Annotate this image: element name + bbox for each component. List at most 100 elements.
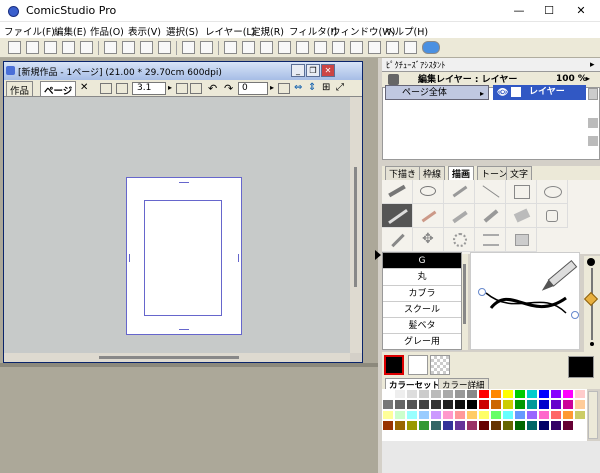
palette-swatch[interactable] — [478, 420, 490, 431]
palette-swatch[interactable] — [478, 389, 490, 400]
tab-border[interactable]: 枠線 — [419, 166, 446, 180]
palette-swatch[interactable] — [406, 399, 418, 410]
black-color-swatch[interactable] — [384, 355, 404, 375]
panel-menu-icon[interactable]: ▸ — [590, 60, 595, 70]
palette-swatch[interactable] — [526, 399, 538, 410]
palette-swatch[interactable] — [514, 389, 526, 400]
expand-icon[interactable]: ⤢ — [336, 82, 344, 93]
document-minimize-button[interactable]: _ — [291, 64, 305, 77]
palette-swatch[interactable] — [526, 389, 538, 400]
palette-swatch[interactable] — [466, 420, 478, 431]
palette-swatch[interactable] — [514, 409, 526, 421]
tool-airbrush-icon[interactable] — [475, 204, 506, 228]
palette-swatch[interactable] — [430, 409, 442, 421]
palette-swatch[interactable] — [394, 389, 406, 400]
tool-ellipse-icon[interactable] — [537, 180, 568, 204]
tool-fill-icon[interactable] — [506, 228, 537, 252]
redo-icon[interactable] — [200, 41, 213, 54]
manga-page[interactable] — [126, 177, 242, 335]
palette-swatch[interactable] — [502, 420, 514, 431]
palette-swatch[interactable] — [394, 420, 406, 431]
delete-icon[interactable] — [158, 41, 171, 54]
palette-swatch[interactable] — [454, 420, 466, 431]
page-all-arrow-icon[interactable]: ▸ — [480, 86, 484, 101]
palette-swatch[interactable] — [418, 420, 430, 431]
pen-g[interactable]: G — [383, 253, 461, 270]
tool-rectangle-icon[interactable] — [506, 180, 537, 204]
palette-swatch[interactable] — [514, 420, 526, 431]
current-color-swatch[interactable] — [568, 356, 594, 378]
rotation-input[interactable]: 0 — [238, 82, 268, 95]
layer-item[interactable]: 👁 レイヤー — [493, 85, 586, 100]
tab-sketch[interactable]: 下描き — [385, 166, 421, 180]
color-grid-icon[interactable] — [332, 41, 345, 54]
right-panel-toggle-icon[interactable] — [375, 250, 381, 260]
layer-scroll-up-icon[interactable] — [588, 88, 598, 100]
tab-close-icon[interactable]: ✕ — [80, 82, 88, 93]
palette-swatch[interactable] — [466, 409, 478, 421]
palette-swatch[interactable] — [574, 389, 586, 400]
new-icon[interactable] — [8, 41, 21, 54]
tool-pencil-icon[interactable] — [413, 204, 444, 228]
tab-text[interactable]: 文字 — [506, 166, 533, 180]
tool-pen-icon[interactable] — [382, 180, 413, 204]
menu-help[interactable]: ヘルプ(H) — [385, 24, 428, 38]
palette-swatch[interactable] — [490, 409, 502, 421]
flip-vertical-icon[interactable]: ⇕ — [308, 82, 316, 93]
menu-work[interactable]: 作品(O) — [90, 24, 124, 38]
palette-swatch[interactable] — [442, 399, 454, 410]
tool-liquid-icon[interactable] — [537, 204, 568, 228]
vertical-scrollbar[interactable] — [350, 97, 362, 353]
palette-swatch[interactable] — [490, 420, 502, 431]
menu-filter[interactable]: フィルタ(I) — [289, 24, 337, 38]
palette-swatch[interactable] — [490, 389, 502, 400]
palette-swatch[interactable] — [430, 420, 442, 431]
palette-swatch[interactable] — [502, 399, 514, 410]
cut-icon[interactable] — [104, 41, 117, 54]
page-fit-icon[interactable] — [176, 83, 188, 94]
palette-swatch[interactable] — [406, 389, 418, 400]
palette-swatch[interactable] — [406, 409, 418, 421]
palette-swatch[interactable] — [538, 389, 550, 400]
palette-swatch[interactable] — [478, 409, 490, 421]
layer-delete-icon[interactable] — [588, 136, 598, 146]
palette-swatch[interactable] — [454, 389, 466, 400]
tool-marker-icon[interactable] — [444, 204, 475, 228]
palette-swatch[interactable] — [382, 389, 394, 400]
opacity-value[interactable]: 100 % — [556, 74, 587, 84]
material-icon[interactable] — [386, 41, 399, 54]
palette-swatch[interactable] — [514, 399, 526, 410]
palette-swatch[interactable] — [478, 399, 490, 410]
palette-swatch[interactable] — [406, 420, 418, 431]
page-icon[interactable] — [242, 41, 255, 54]
document-restore-button[interactable]: ❐ — [306, 64, 320, 77]
layer-option-icon[interactable] — [588, 118, 598, 128]
tool-lasso-icon[interactable] — [413, 180, 444, 204]
horizontal-scrollbar[interactable] — [4, 353, 350, 362]
canvas-area[interactable] — [4, 97, 350, 353]
zoom-arrow-icon[interactable]: ▸ — [168, 83, 172, 92]
flip-horizontal-icon[interactable]: ⇔ — [294, 82, 302, 93]
palette-swatch[interactable] — [394, 409, 406, 421]
minimize-button[interactable]: — — [504, 3, 534, 19]
palette-swatch[interactable] — [574, 420, 586, 431]
reset-rotation-icon[interactable] — [278, 83, 290, 94]
palette-swatch[interactable] — [442, 389, 454, 400]
palette-swatch[interactable] — [454, 409, 466, 421]
new-page-icon[interactable] — [26, 41, 39, 54]
menu-select[interactable]: 選択(S) — [166, 24, 198, 38]
print-icon[interactable] — [224, 41, 237, 54]
fit-icon[interactable] — [116, 83, 128, 94]
tool-eyedropper-icon[interactable] — [382, 228, 413, 252]
tool-speedline-icon[interactable] — [475, 228, 506, 252]
clip-icon[interactable] — [422, 41, 440, 54]
vertical-scroll-thumb[interactable] — [354, 167, 357, 287]
pressure-start-icon[interactable] — [478, 288, 486, 296]
page-settings-icon[interactable] — [260, 41, 273, 54]
palette-swatch[interactable] — [502, 409, 514, 421]
palette-swatch[interactable] — [562, 399, 574, 410]
paste-icon[interactable] — [140, 41, 153, 54]
palette-swatch[interactable] — [382, 409, 394, 421]
rotation-arrow-icon[interactable]: ▸ — [270, 83, 274, 92]
palette-swatch[interactable] — [526, 420, 538, 431]
